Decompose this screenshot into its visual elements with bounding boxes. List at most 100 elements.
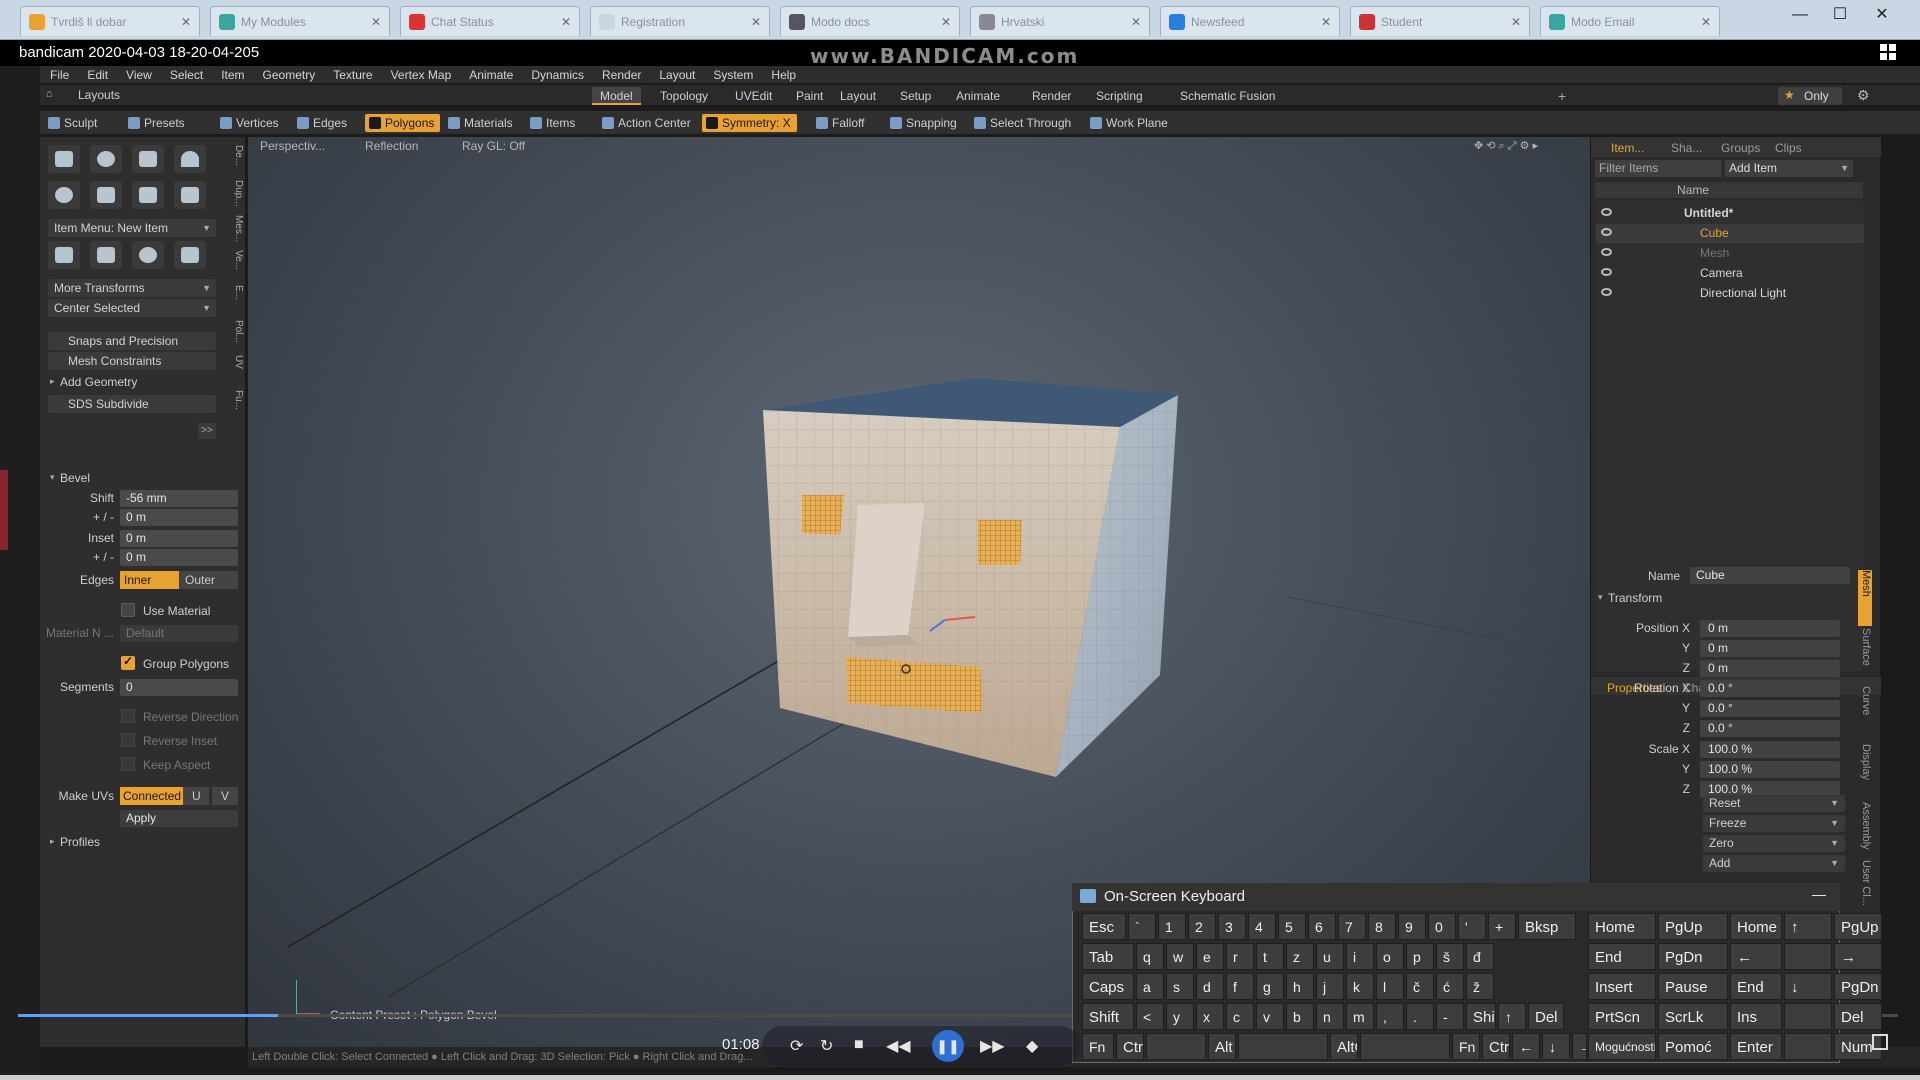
osk-key[interactable]: 5: [1278, 913, 1306, 940]
pause-icon[interactable]: ❚❚: [932, 1030, 964, 1062]
menu-item-system[interactable]: System: [713, 68, 753, 82]
osk-key[interactable]: ,: [1376, 1003, 1404, 1030]
close-tab-icon[interactable]: ✕: [1511, 15, 1521, 29]
osk-key[interactable]: v: [1256, 1003, 1284, 1030]
osk-key[interactable]: b: [1286, 1003, 1314, 1030]
tree-row[interactable]: Untitled*: [1596, 204, 1864, 223]
reflection-dropdown[interactable]: Reflection: [365, 139, 418, 153]
osk-key[interactable]: 2: [1188, 913, 1216, 940]
transform-value-input[interactable]: 0 m: [1700, 660, 1840, 677]
menu-item-animate[interactable]: Animate: [469, 68, 513, 82]
tab-render[interactable]: Render: [1024, 87, 1079, 105]
rotate-tool-icon[interactable]: [90, 241, 122, 269]
osk-key[interactable]: Ctrl: [1482, 1033, 1510, 1060]
osk-key[interactable]: →: [1572, 1033, 1587, 1060]
tab-scripting[interactable]: Scripting: [1088, 87, 1151, 105]
osk-key[interactable]: 3: [1218, 913, 1246, 940]
transform-value-input[interactable]: 0 m: [1700, 640, 1840, 657]
use-material-checkbox[interactable]: [121, 603, 135, 617]
osk-key[interactable]: t: [1256, 943, 1284, 970]
inner-button[interactable]: Inner: [120, 571, 179, 589]
osk-key[interactable]: m: [1346, 1003, 1374, 1030]
osk-nav-key[interactable]: PgDn: [1834, 973, 1882, 1000]
eye-icon[interactable]: [1601, 288, 1612, 296]
osk-key[interactable]: u: [1316, 943, 1344, 970]
osk-key[interactable]: `: [1128, 913, 1156, 940]
osk-key[interactable]: 8: [1368, 913, 1396, 940]
osk-key[interactable]: +: [1488, 913, 1516, 940]
maximize-button[interactable]: ☐: [1820, 4, 1860, 26]
transform-value-input[interactable]: 0.0 °: [1700, 680, 1840, 697]
property-side-tab[interactable]: Surface: [1858, 628, 1872, 684]
tree-row[interactable]: Mesh: [1596, 244, 1864, 263]
osk-nav-key[interactable]: PgUp: [1658, 913, 1728, 940]
osk-key[interactable]: ↑: [1498, 1003, 1526, 1030]
menu-item-dynamics[interactable]: Dynamics: [531, 68, 584, 82]
osk-nav-key[interactable]: ↓: [1784, 973, 1832, 1000]
name-column-header[interactable]: Name: [1677, 183, 1709, 197]
osk-key[interactable]: q: [1136, 943, 1164, 970]
osk-nav-key[interactable]: Ins: [1730, 1003, 1782, 1030]
osk-key[interactable]: Shift: [1466, 1003, 1496, 1030]
osk-key[interactable]: ć: [1436, 973, 1464, 1000]
expand-icon[interactable]: ▸: [50, 376, 55, 387]
move-tool-icon[interactable]: [48, 241, 80, 269]
eye-icon[interactable]: [1601, 208, 1612, 216]
osk-key[interactable]: 9: [1398, 913, 1426, 940]
osk-key[interactable]: Tab: [1082, 943, 1134, 970]
profiles-header[interactable]: Profiles: [60, 835, 100, 849]
browser-tab[interactable]: Newsfeed ✕: [1160, 6, 1340, 36]
side-tab[interactable]: Fu...: [230, 390, 244, 424]
eye-icon[interactable]: [1601, 248, 1612, 256]
transform-value-input[interactable]: 0.0 °: [1700, 700, 1840, 717]
action-center-button[interactable]: Action Center: [598, 114, 697, 132]
osk-key[interactable]: f: [1226, 973, 1254, 1000]
property-side-tab[interactable]: Assembly: [1858, 802, 1872, 858]
osk-key[interactable]: ž: [1466, 973, 1494, 1000]
osk-key[interactable]: o: [1376, 943, 1404, 970]
keep-aspect-checkbox[interactable]: [121, 757, 135, 771]
transform-value-input[interactable]: 0 m: [1700, 620, 1840, 637]
capsule-tool-icon[interactable]: [90, 181, 122, 209]
action-dropdown[interactable]: Add ▼: [1703, 855, 1845, 872]
menu-item-vertex-map[interactable]: Vertex Map: [391, 68, 452, 82]
torus-tool-icon[interactable]: [48, 181, 80, 209]
osk-key[interactable]: 0: [1428, 913, 1456, 940]
osk-nav-key[interactable]: ↑: [1784, 913, 1832, 940]
symmetry-button[interactable]: Symmetry: X: [702, 114, 797, 132]
grid-icon[interactable]: [1880, 44, 1896, 60]
property-side-tab[interactable]: Mesh: [1858, 570, 1872, 626]
osk-key[interactable]: ': [1458, 913, 1486, 940]
osk-nav-key[interactable]: [1784, 943, 1832, 970]
osk-key[interactable]: š: [1436, 943, 1464, 970]
osk-key[interactable]: d: [1196, 973, 1224, 1000]
text-tool-icon[interactable]: [174, 181, 206, 209]
browser-tab[interactable]: Student ✕: [1350, 6, 1530, 36]
item-panel-tab[interactable]: Sha...: [1671, 141, 1702, 155]
menu-item-select[interactable]: Select: [170, 68, 203, 82]
tab-schematic-fusion[interactable]: Schematic Fusion: [1172, 87, 1283, 105]
snaps-precision-button[interactable]: Snaps and Precision: [48, 332, 216, 350]
osk-nav-key[interactable]: PrtScn: [1588, 1003, 1656, 1030]
center-selected-dropdown[interactable]: Center Selected ▼: [48, 299, 216, 317]
add-geometry-header[interactable]: Add Geometry: [60, 375, 137, 389]
side-tab[interactable]: De...: [230, 145, 244, 179]
falloff-button[interactable]: Falloff: [812, 114, 870, 132]
group-polygons-checkbox[interactable]: [121, 654, 135, 670]
osk-nav-key[interactable]: PgUp: [1834, 913, 1882, 940]
repeat-icon[interactable]: ↻: [820, 1036, 833, 1056]
close-tab-icon[interactable]: ✕: [371, 15, 381, 29]
osk-key[interactable]: Fn: [1452, 1033, 1480, 1060]
material-dropdown[interactable]: Default: [120, 625, 238, 642]
menu-item-edit[interactable]: Edit: [87, 68, 108, 82]
vertices-button[interactable]: Vertices: [216, 114, 285, 132]
osk-key[interactable]: 4: [1248, 913, 1276, 940]
collapse-icon[interactable]: ▾: [50, 472, 55, 483]
cube-mesh[interactable]: [760, 375, 1190, 785]
osk-nav-key[interactable]: PgDn: [1658, 943, 1728, 970]
osk-nav-key[interactable]: Pomoć: [1658, 1033, 1728, 1060]
work-plane-button[interactable]: Work Plane: [1086, 114, 1174, 132]
osk-key[interactable]: a: [1136, 973, 1164, 1000]
inset-input[interactable]: 0 m: [120, 530, 238, 547]
osk-key[interactable]: Shift: [1082, 1003, 1134, 1030]
